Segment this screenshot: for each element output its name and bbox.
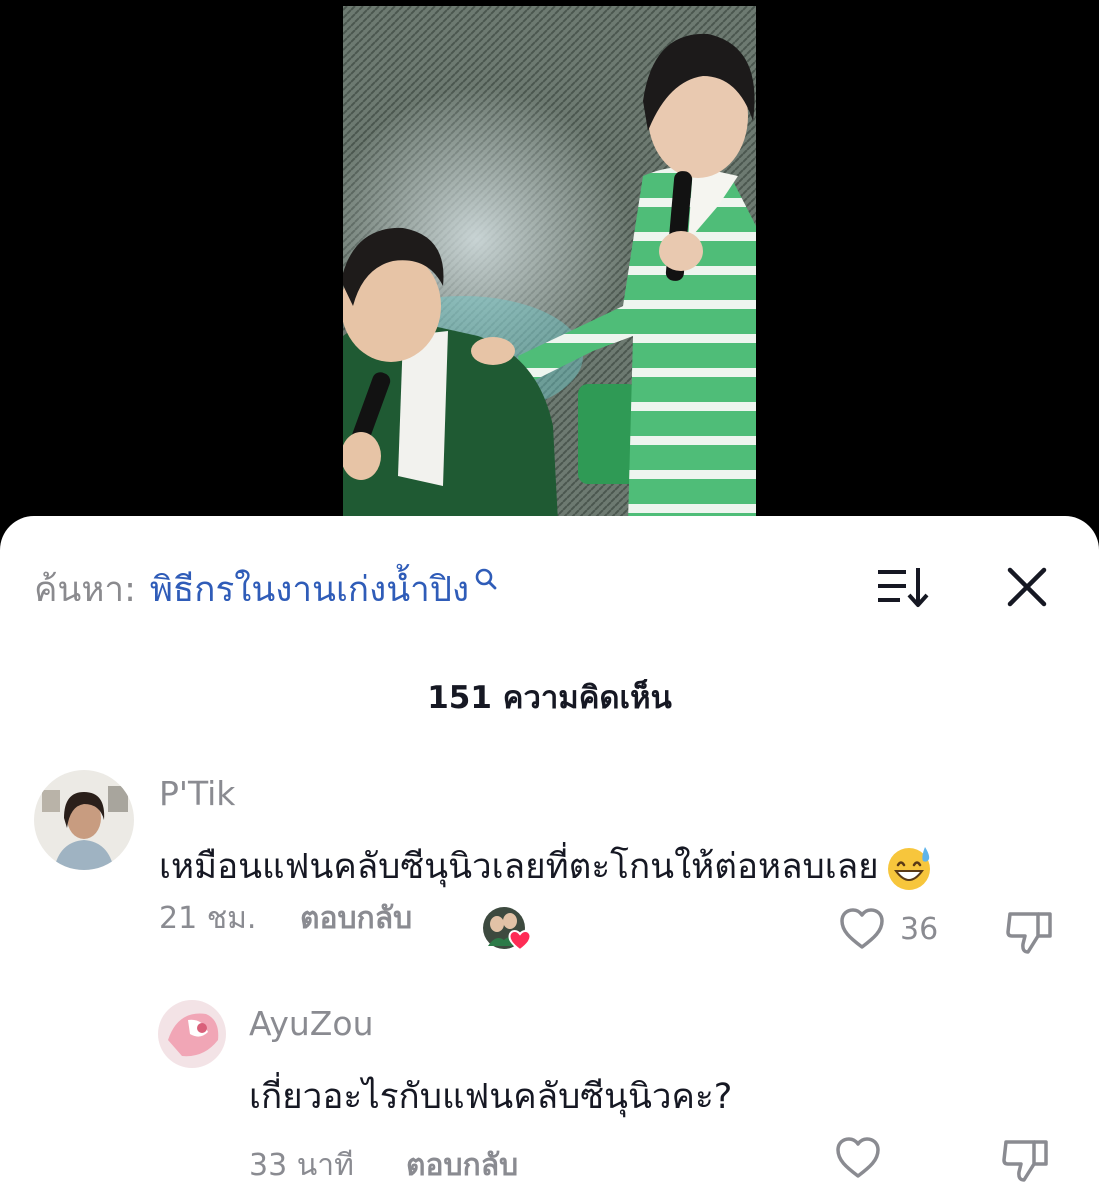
comment-timestamp: 21 ชม. [159, 901, 257, 936]
video-still [343, 6, 756, 522]
sort-icon[interactable] [876, 564, 930, 610]
thumbs-down-icon[interactable] [1000, 1134, 1052, 1186]
grinning-sweat-emoji [887, 847, 930, 890]
comment-text: เกี่ยวอะไรกับแฟนคลับซีนุนิวคะ? [249, 1077, 733, 1117]
search-query-link[interactable]: พิธีกรในงานเก่งน้ำปิง [150, 562, 469, 617]
video-player[interactable] [343, 6, 756, 522]
close-icon[interactable] [1006, 566, 1048, 608]
search-icon[interactable] [473, 566, 499, 592]
search-prefix: ค้นหา: [34, 569, 136, 610]
heart-outline-icon[interactable] [834, 1136, 882, 1180]
search-suggestion[interactable]: ค้นหา: พิธีกรในงานเก่งน้ำปิง [34, 564, 499, 614]
avatar[interactable] [158, 1000, 226, 1068]
heart-outline-icon[interactable] [838, 907, 886, 951]
comment-text: เหมือนแฟนคลับซีนุนิวเลยที่ตะโกนให้ต่อหลบ… [159, 839, 935, 894]
reply-button[interactable]: ตอบกลับ [406, 1142, 518, 1189]
creator-liked-badge [482, 906, 534, 952]
reply-button[interactable]: ตอบกลับ [300, 895, 412, 942]
comments-sheet: ค้นหา: พิธีกรในงานเก่งน้ำปิง 151 ความคิด… [0, 516, 1099, 1200]
thumbs-down-icon[interactable] [1004, 906, 1056, 958]
like-count: 36 [900, 912, 939, 947]
comment-timestamp: 33 นาที [249, 1148, 354, 1183]
avatar[interactable] [34, 770, 134, 870]
comment-username[interactable]: AyuZou [249, 1004, 374, 1043]
comment-username[interactable]: P'Tik [159, 774, 235, 813]
comment-count: 151 ความคิดเห็น [427, 680, 672, 716]
